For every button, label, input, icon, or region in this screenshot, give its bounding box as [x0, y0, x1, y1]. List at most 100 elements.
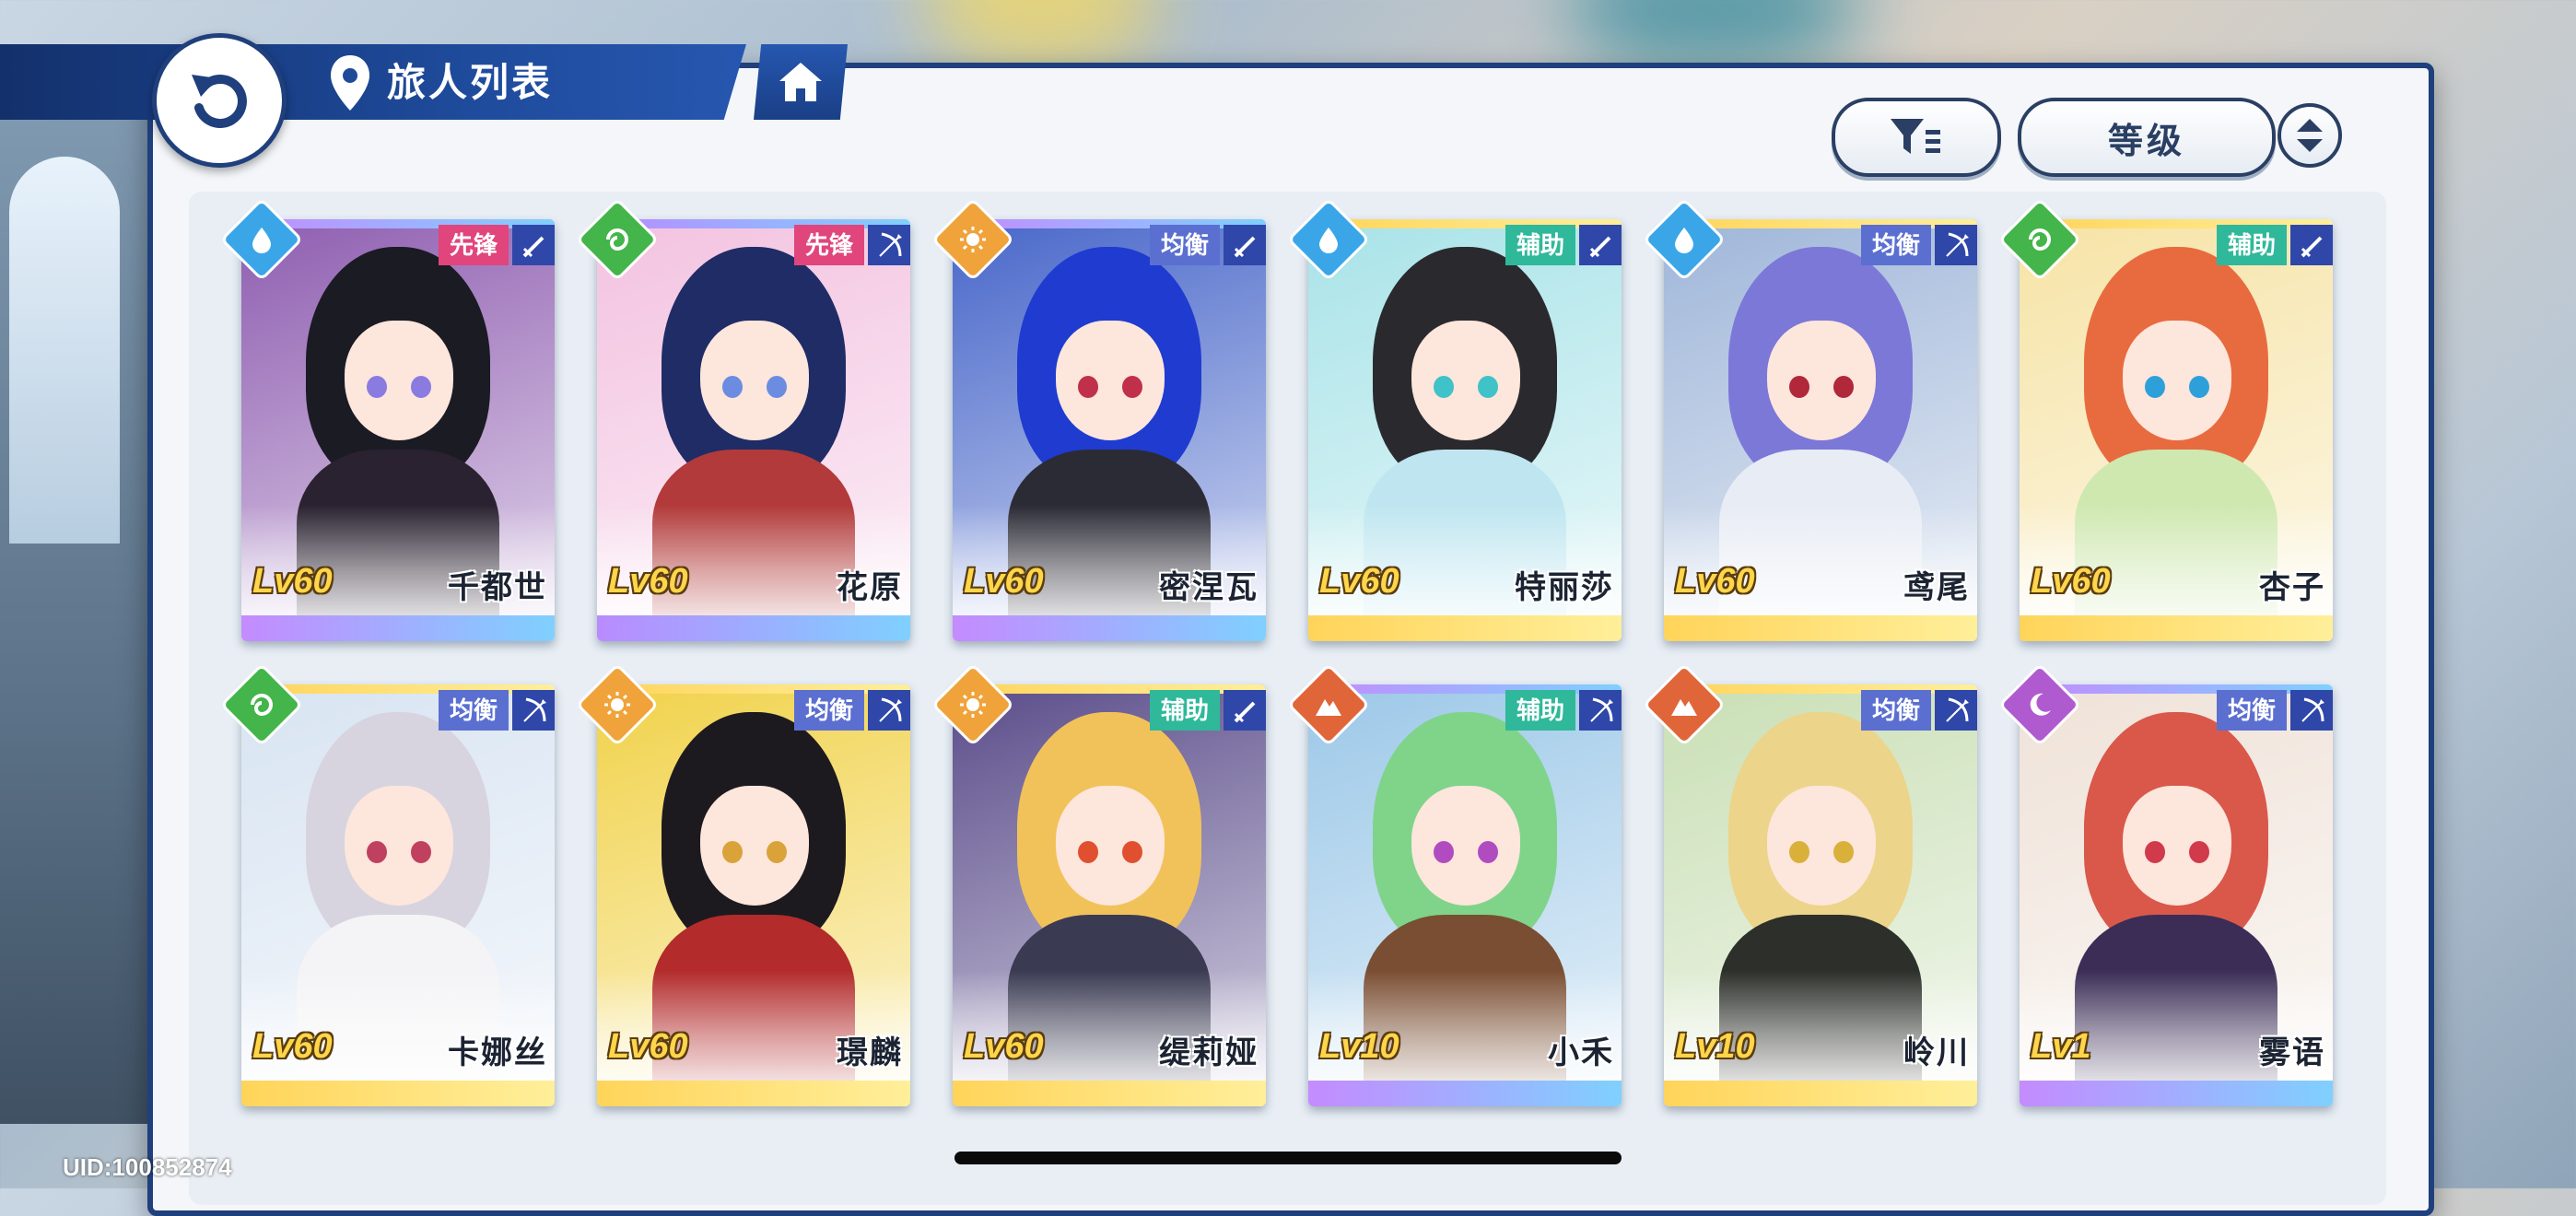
role-badge: 均衡: [1149, 225, 1220, 265]
character-card[interactable]: 辅助 Lv60 特丽莎: [1286, 197, 1622, 641]
character-portrait: [953, 219, 1266, 615]
sword-icon: [1224, 690, 1266, 731]
character-portrait: [1664, 684, 1977, 1081]
portrait-eye: [1122, 841, 1142, 863]
role-badge: 辅助: [1149, 690, 1220, 731]
character-name: 岭川: [1903, 1035, 1970, 1070]
character-card[interactable]: 均衡 Lv1 雾语: [1997, 662, 2333, 1106]
character-portrait: [241, 684, 555, 1081]
character-name: 璟麟: [837, 1035, 903, 1070]
role-badge: 辅助: [1505, 690, 1575, 731]
portrait-eye: [411, 376, 431, 398]
bow-icon: [2290, 690, 2333, 731]
rarity-strip-bottom: [597, 615, 910, 641]
character-level: Lv60: [1319, 562, 1399, 601]
back-arrow-icon: [192, 75, 247, 128]
character-name: 缇莉娅: [1159, 1035, 1259, 1070]
bow-icon: [1935, 690, 1977, 731]
portrait-face: [1056, 321, 1165, 440]
portrait-eye: [2145, 841, 2165, 863]
character-level: Lv1: [2031, 1027, 2091, 1066]
portrait-face: [1056, 786, 1165, 906]
portrait-eye: [1434, 376, 1454, 398]
rarity-strip-bottom: [2020, 1081, 2333, 1106]
character-name: 鸢尾: [1903, 570, 1970, 605]
home-button[interactable]: [754, 44, 848, 120]
portrait-face: [2123, 786, 2231, 906]
bow-icon: [868, 690, 910, 731]
rarity-strip-bottom: [241, 615, 555, 641]
character-level: Lv10: [1675, 1027, 1755, 1066]
portrait-eye: [2189, 841, 2209, 863]
character-portrait: [1308, 219, 1622, 615]
role-badge: 均衡: [438, 690, 509, 731]
character-level: Lv60: [608, 1027, 688, 1066]
character-level: Lv60: [964, 562, 1044, 601]
character-grid: 先锋 Lv60 千都世 先锋 Lv60 花原 均衡 Lv60 密涅瓦 辅助 Lv…: [219, 197, 2342, 1106]
character-card[interactable]: 均衡 Lv60 卡娜丝: [219, 662, 555, 1106]
portrait-face: [345, 321, 453, 440]
character-card[interactable]: 辅助 Lv60 缇莉娅: [931, 662, 1266, 1106]
sort-order-toggle[interactable]: [2277, 103, 2342, 168]
character-name: 特丽莎: [1515, 570, 1614, 605]
sword-icon: [512, 225, 555, 265]
rarity-strip-bottom: [953, 1081, 1266, 1106]
filter-icon: [1891, 119, 1940, 154]
character-portrait: [2020, 684, 2333, 1081]
role-badge: 辅助: [2216, 225, 2287, 265]
character-card[interactable]: 辅助 Lv10 小禾: [1286, 662, 1622, 1106]
character-card[interactable]: 先锋 Lv60 千都世: [219, 197, 555, 641]
character-name: 花原: [837, 570, 903, 605]
role-badge: 先锋: [438, 225, 509, 265]
portrait-face: [700, 321, 809, 440]
portrait-eye: [767, 841, 787, 863]
character-card[interactable]: 均衡 Lv10 岭川: [1642, 662, 1977, 1106]
rarity-strip-bottom: [953, 615, 1266, 641]
role-badge: 先锋: [793, 225, 864, 265]
portrait-eye: [1833, 376, 1854, 398]
page-title: 旅人列表: [387, 61, 554, 104]
location-pin-icon: [331, 55, 369, 111]
rarity-strip-bottom: [1664, 1081, 1977, 1106]
role-badge: 均衡: [1860, 225, 1931, 265]
sort-by-level-button[interactable]: 等级: [2018, 98, 2276, 177]
portrait-eye: [1478, 841, 1498, 863]
sword-icon: [1579, 225, 1622, 265]
background-window: [9, 157, 120, 544]
character-level: Lv60: [2031, 562, 2111, 601]
sword-icon: [1224, 225, 1266, 265]
portrait-eye: [2189, 376, 2209, 398]
back-button[interactable]: [152, 33, 287, 168]
character-card[interactable]: 均衡 Lv60 鸢尾: [1642, 197, 1977, 641]
character-card[interactable]: 先锋 Lv60 花原: [575, 197, 910, 641]
character-card[interactable]: 辅助 Lv60 杏子: [1997, 197, 2333, 641]
portrait-eye: [1789, 841, 1809, 863]
filter-button[interactable]: [1832, 98, 2001, 177]
portrait-eye: [1078, 376, 1098, 398]
portrait-eye: [1478, 376, 1498, 398]
home-indicator-bar[interactable]: [954, 1152, 1622, 1164]
character-level: Lv60: [252, 562, 333, 601]
rarity-strip-bottom: [1664, 615, 1977, 641]
portrait-eye: [767, 376, 787, 398]
portrait-eye: [722, 376, 743, 398]
character-level: Lv60: [608, 562, 688, 601]
rarity-strip-bottom: [1308, 1081, 1622, 1106]
character-portrait: [241, 219, 555, 615]
character-card[interactable]: 均衡 Lv60 璟麟: [575, 662, 910, 1106]
character-level: Lv10: [1319, 1027, 1399, 1066]
portrait-face: [700, 786, 809, 906]
character-name: 杏子: [2259, 570, 2325, 605]
character-portrait: [2020, 219, 2333, 615]
portrait-eye: [1833, 841, 1854, 863]
character-portrait: [953, 684, 1266, 1081]
portrait-face: [2123, 321, 2231, 440]
portrait-face: [1411, 786, 1520, 906]
character-level: Lv60: [964, 1027, 1044, 1066]
character-card[interactable]: 均衡 Lv60 密涅瓦: [931, 197, 1266, 641]
portrait-eye: [411, 841, 431, 863]
role-badge: 均衡: [793, 690, 864, 731]
character-portrait: [597, 219, 910, 615]
rarity-strip-bottom: [597, 1081, 910, 1106]
character-name: 卡娜丝: [448, 1035, 547, 1070]
